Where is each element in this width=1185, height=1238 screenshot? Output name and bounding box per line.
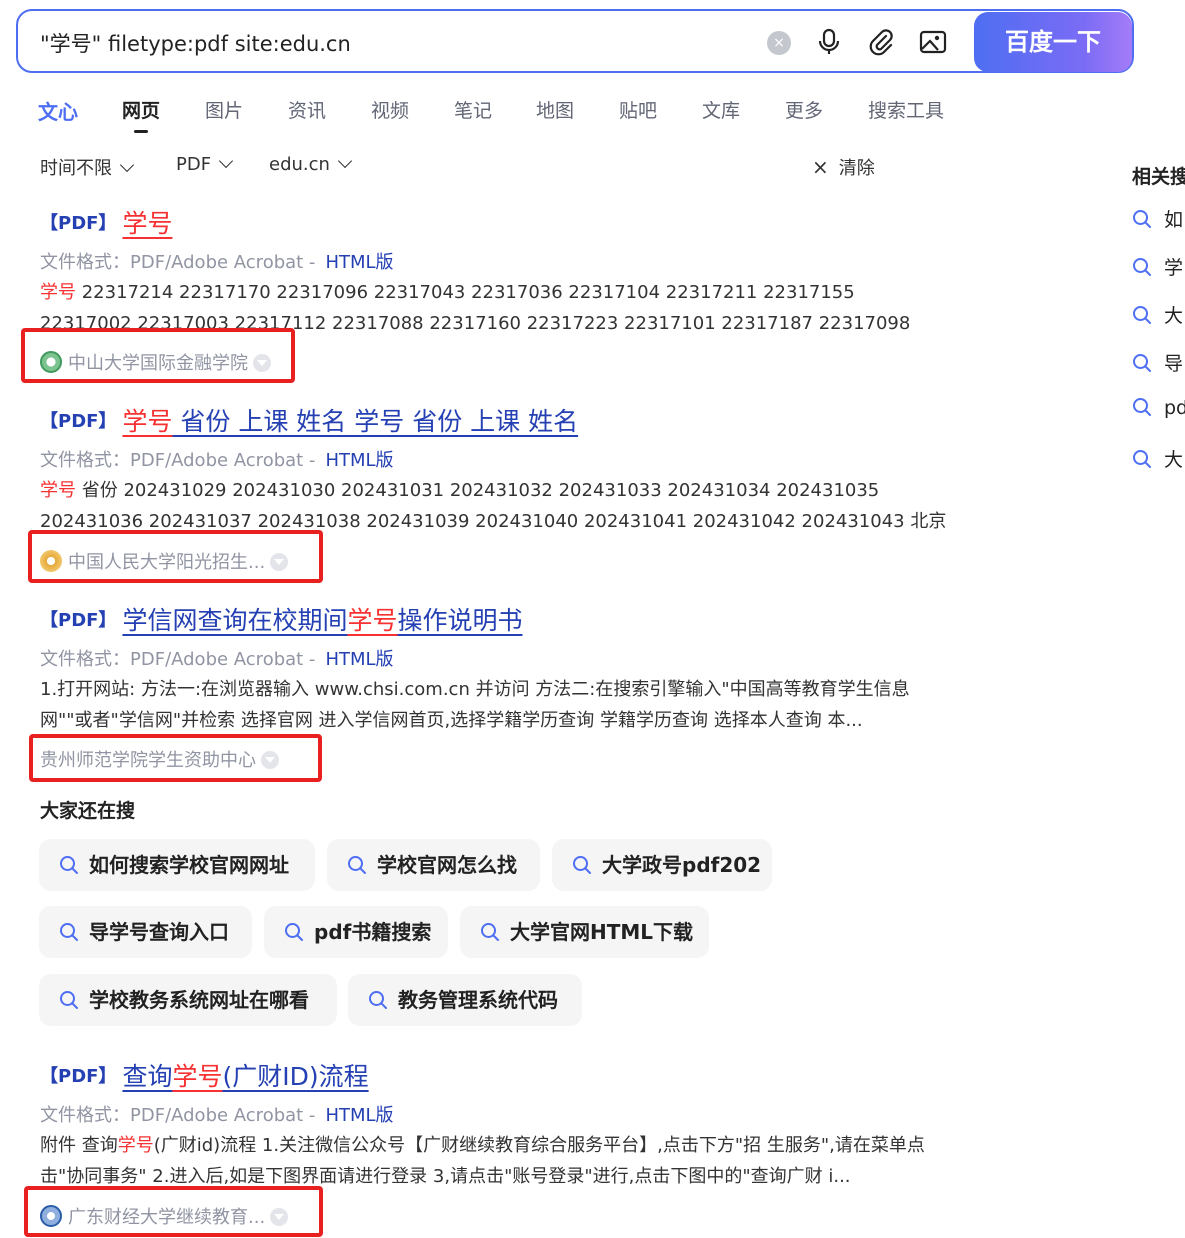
clear-search-icon[interactable]: × [767,31,791,55]
tab-news[interactable]: 资讯 [288,96,326,123]
pdf-tag: 【PDF】 [40,213,117,234]
result-title-link[interactable]: 【PDF】 学信网查询在校期间学号操作说明书 [40,601,950,637]
search-icon [573,856,591,874]
result-snippet: 附件 查询学号(广财id)流程 1.关注微信公众号【广财继续教育综合服务平台】,… [40,1135,925,1187]
sidebar-related-item[interactable]: pd [1132,397,1185,419]
attachment-icon[interactable] [866,27,896,57]
search-icon [1133,210,1151,228]
related-search-chip[interactable]: 教务管理系统代码 [348,974,582,1026]
result-snippet: 学号 省份 202431029 202431030 202431031 2024… [40,480,947,532]
result-snippet: 学号 22317214 22317170 22317096 22317043 2… [40,282,911,334]
search-result: 【PDF】 查询学号(广财ID)流程 文件格式：PDF/Adobe Acrobat… [40,1057,950,1228]
search-result: 【PDF】 学号 省份 上课 姓名 学号 省份 上课 姓名 文件格式：PDF/Ad… [40,402,950,573]
result-snippet: 1.打开网站: 方法一:在浏览器输入 www.chsi.com.cn 并访问 方… [40,679,910,731]
time-filter[interactable]: 时间不限 [40,154,135,180]
related-search-chip[interactable]: 如何搜索学校官网网址 [39,839,315,891]
chevron-down-icon [337,153,353,169]
search-icon [60,856,78,874]
result-title-link[interactable]: 【PDF】 查询学号(广财ID)流程 [40,1057,950,1093]
search-button[interactable]: 百度一下 [974,12,1132,72]
tab-search-tools[interactable]: 搜索工具 [868,96,944,123]
search-icon [1133,306,1151,324]
html-version-link[interactable]: HTML版 [325,450,393,471]
search-icon [369,991,387,1009]
close-icon: × [812,155,829,179]
site-logo-icon [40,351,62,373]
site-logo-icon [40,1205,62,1227]
search-icon [1133,450,1151,468]
related-search-chip[interactable]: 学校教务系统网址在哪看 [39,974,337,1026]
result-title-link[interactable]: 【PDF】 学号 [40,204,950,240]
result-meta: 文件格式：PDF/Adobe Acrobat - HTML版 [40,252,394,273]
sidebar-related-item[interactable]: 导 [1132,349,1183,376]
sidebar-related-item[interactable]: 学 [1132,253,1183,280]
microphone-icon[interactable] [814,27,844,57]
image-search-icon[interactable] [918,27,948,57]
result-meta: 文件格式：PDF/Adobe Acrobat - HTML版 [40,1105,394,1126]
search-icon [1133,258,1151,276]
search-icon [60,991,78,1009]
tab-wenxin[interactable]: 文心 [38,96,78,125]
result-meta: 文件格式：PDF/Adobe Acrobat - HTML版 [40,649,394,670]
related-sidebar-title: 相关搜 [1132,166,1185,188]
search-icon [481,923,499,941]
search-icon [348,856,366,874]
result-meta: 文件格式：PDF/Adobe Acrobat - HTML版 [40,450,394,471]
tab-notes[interactable]: 笔记 [454,96,492,123]
related-search-chip[interactable]: 学校官网怎么找 [327,839,540,891]
site-filter[interactable]: edu.cn [269,153,353,175]
tab-wenku[interactable]: 文库 [702,96,740,123]
tab-map[interactable]: 地图 [536,96,574,123]
tab-images[interactable]: 图片 [205,96,243,123]
search-icon [60,923,78,941]
search-icon [1133,398,1151,416]
search-icon [1133,354,1151,372]
related-searches-title: 大家还在搜 [40,800,136,822]
result-title-link[interactable]: 【PDF】 学号 省份 上课 姓名 学号 省份 上课 姓名 [40,402,950,438]
related-search-chip[interactable]: 大学官网HTML下载 [460,906,709,958]
sidebar-related-item[interactable]: 大 [1132,445,1183,472]
related-search-chip[interactable]: 导学号查询入口 [39,906,252,958]
search-input[interactable]: "学号" filetype:pdf site:edu.cn [40,28,351,58]
result-source[interactable]: 贵州师范学院学生资助中心 [40,746,279,772]
tab-web[interactable]: 网页 [122,96,160,133]
search-box[interactable]: "学号" filetype:pdf site:edu.cn × [16,9,1134,73]
sidebar-related-item[interactable]: 大 [1132,301,1183,328]
tab-video[interactable]: 视频 [371,96,409,123]
chevron-down-icon [119,157,135,173]
search-result: 【PDF】 学号 文件格式：PDF/Adobe Acrobat - HTML版 学号… [40,204,950,374]
pdf-tag: 【PDF】 [40,610,117,631]
result-source[interactable]: 广东财经大学继续教育... [40,1203,289,1229]
related-search-chip[interactable]: pdf书籍搜索 [264,906,448,958]
html-version-link[interactable]: HTML版 [325,649,393,670]
pdf-tag: 【PDF】 [40,411,117,432]
dropdown-icon[interactable] [261,751,279,769]
tab-tieba[interactable]: 贴吧 [619,96,657,123]
clear-filters-button[interactable]: × 清除 [812,154,875,180]
html-version-link[interactable]: HTML版 [325,252,393,273]
pdf-tag: 【PDF】 [40,1066,117,1087]
result-source[interactable]: 中国人民大学阳光招生... [40,548,289,574]
tab-more[interactable]: 更多 [785,96,823,123]
search-icon [285,923,303,941]
html-version-link[interactable]: HTML版 [325,1105,393,1126]
dropdown-icon[interactable] [270,553,289,571]
site-logo-icon [40,550,62,572]
sidebar-related-item[interactable]: 如 [1132,205,1183,232]
dropdown-icon[interactable] [253,354,271,372]
dropdown-icon[interactable] [270,1208,289,1226]
result-source[interactable]: 中山大学国际金融学院 [40,349,271,375]
format-filter[interactable]: PDF [176,153,234,175]
chevron-down-icon [219,153,234,169]
related-search-chip[interactable]: 大学政号pdf202 [552,839,772,891]
search-result: 【PDF】 学信网查询在校期间学号操作说明书 文件格式：PDF/Adobe Acr… [40,601,950,771]
